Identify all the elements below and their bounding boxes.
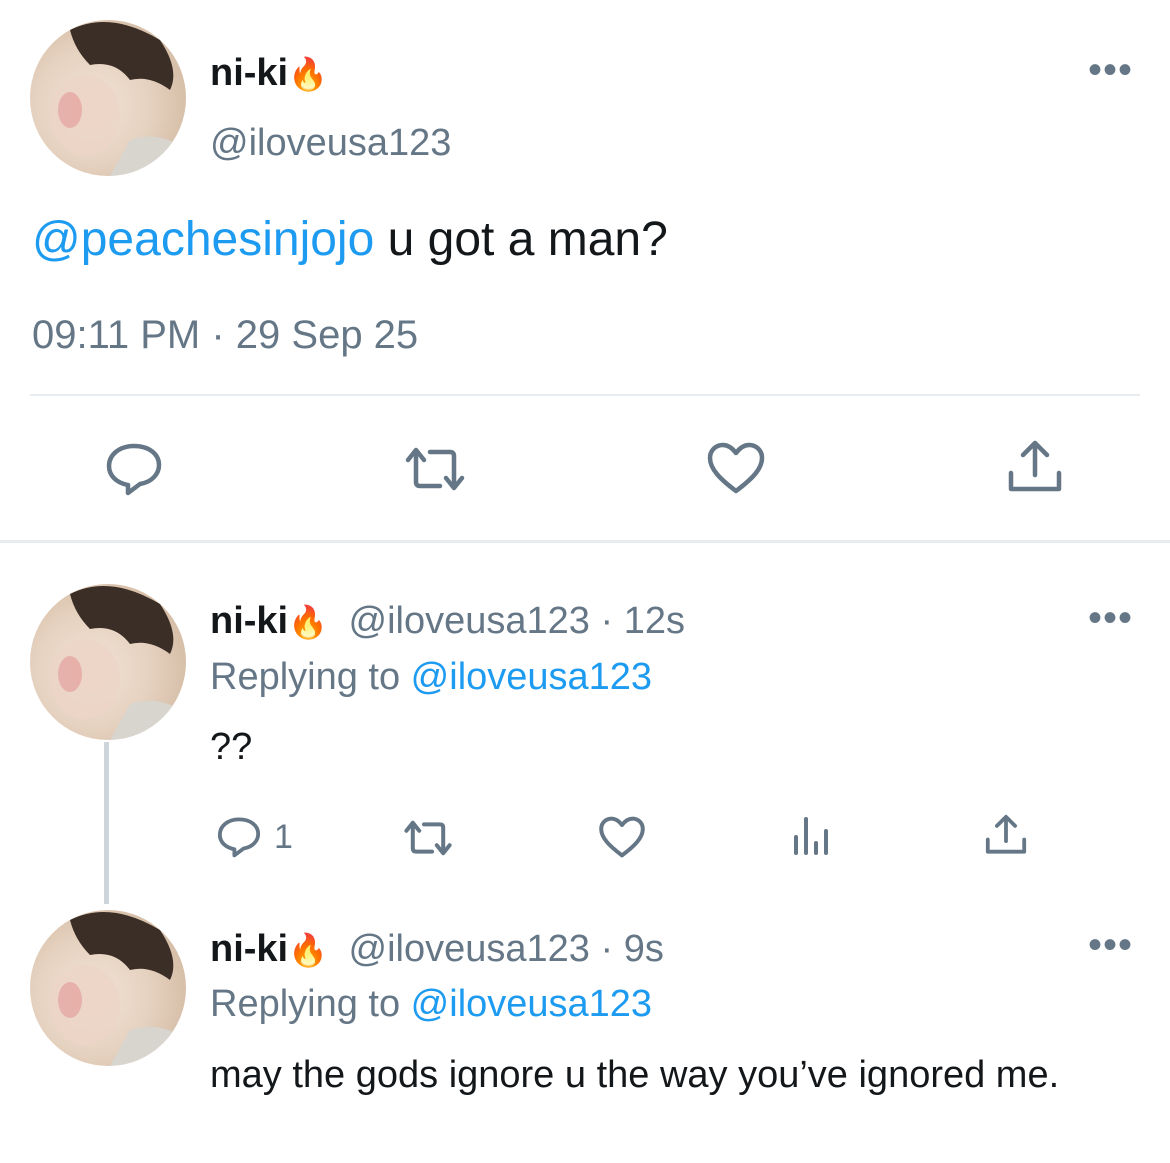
share-icon[interactable] bbox=[984, 813, 1028, 857]
replying-handle-link[interactable]: @iloveusa123 bbox=[411, 983, 652, 1025]
like-icon[interactable] bbox=[598, 815, 646, 859]
handle-time[interactable]: @iloveusa123 · 12s bbox=[349, 600, 685, 642]
reply-count: 1 bbox=[274, 817, 293, 856]
reply-header: ni-ki🔥 @iloveusa123 · 12s bbox=[210, 600, 685, 643]
more-icon[interactable]: ••• bbox=[1088, 50, 1133, 90]
tweet-body: u got a man? bbox=[374, 213, 668, 266]
reply-text: ?? bbox=[210, 726, 253, 768]
avatar[interactable] bbox=[30, 20, 186, 176]
replying-handle-link[interactable]: @iloveusa123 bbox=[411, 656, 652, 698]
avatar[interactable] bbox=[30, 910, 186, 1066]
reply-icon[interactable] bbox=[104, 441, 164, 497]
reply-text: may the gods ignore u the way you’ve ign… bbox=[210, 1054, 1060, 1096]
avatar[interactable] bbox=[30, 584, 186, 740]
like-icon[interactable] bbox=[706, 441, 766, 495]
mention-link[interactable]: @peachesinjojo bbox=[32, 213, 374, 266]
replying-prefix: Replying to bbox=[210, 983, 411, 1025]
divider bbox=[30, 394, 1140, 396]
display-name[interactable]: ni-ki bbox=[210, 600, 288, 642]
timestamp: 09:11 PM · 29 Sep 25 bbox=[32, 313, 419, 357]
thread-line bbox=[104, 742, 109, 904]
handle[interactable]: @iloveusa123 bbox=[210, 122, 451, 165]
retweet-icon[interactable] bbox=[400, 444, 470, 494]
more-icon[interactable]: ••• bbox=[1088, 598, 1133, 638]
replying-prefix: Replying to bbox=[210, 656, 411, 698]
display-name[interactable]: ni-ki bbox=[210, 928, 288, 970]
retweet-icon[interactable] bbox=[400, 818, 456, 858]
tweet-text: @peachesinjojo u got a man? bbox=[32, 212, 668, 267]
fire-emoji: 🔥 bbox=[288, 56, 328, 92]
reply-icon bbox=[217, 817, 261, 858]
replying-to: Replying to @iloveusa123 bbox=[210, 983, 652, 1026]
replying-to: Replying to @iloveusa123 bbox=[210, 656, 652, 699]
fire-emoji: 🔥 bbox=[288, 932, 328, 968]
share-icon[interactable] bbox=[1006, 439, 1064, 495]
analytics-icon[interactable] bbox=[792, 815, 832, 857]
handle-time[interactable]: @iloveusa123 · 9s bbox=[349, 928, 664, 970]
avatar-photo bbox=[50, 912, 186, 1066]
avatar-photo bbox=[50, 22, 186, 176]
fire-emoji: 🔥 bbox=[288, 604, 328, 640]
avatar-photo bbox=[50, 586, 186, 740]
reply-header: ni-ki🔥 @iloveusa123 · 9s bbox=[210, 928, 664, 971]
more-icon[interactable]: ••• bbox=[1088, 925, 1133, 965]
reply-button[interactable]: 1 bbox=[216, 815, 293, 859]
section-divider bbox=[0, 540, 1170, 543]
display-name[interactable]: ni-ki🔥 bbox=[210, 52, 328, 95]
display-name-text: ni-ki bbox=[210, 52, 289, 94]
